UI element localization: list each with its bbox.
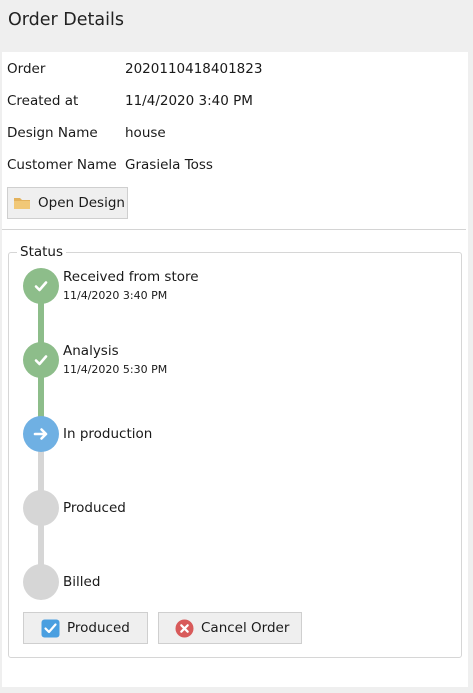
divider [2,229,466,230]
order-label: Order [7,61,46,77]
step-analysis-indicator [23,342,59,378]
check-icon [34,355,48,366]
check-icon [34,281,48,292]
step-in-production-indicator [23,416,59,452]
customer-name-value: Grasiela Toss [125,157,213,173]
step-billed-indicator [23,564,59,600]
checkbox-check-icon [41,619,60,637]
created-at-label: Created at [7,93,79,109]
order-value: 2020110418401823 [125,61,263,77]
step-in-production-label: In production [63,426,153,442]
cancel-order-button[interactable]: Cancel Order [158,612,302,644]
cancel-icon [175,619,194,637]
status-group: Status Received from store 11/4/2020 3:4… [8,244,462,658]
produced-button[interactable]: Produced [23,612,148,644]
step-analysis-label: Analysis [63,343,119,359]
open-design-button[interactable]: Open Design [7,187,128,219]
design-name-value: house [125,125,166,141]
customer-name-label: Customer Name [7,157,117,173]
step-produced-label: Produced [63,500,126,516]
step-produced-indicator [23,490,59,526]
cancel-order-label: Cancel Order [201,620,290,636]
order-details-panel: Order 2020110418401823 Created at 11/4/2… [2,52,468,687]
arrow-right-icon [33,428,48,440]
step-received-indicator [23,268,59,304]
header: Order Details [0,0,473,52]
created-at-value: 11/4/2020 3:40 PM [125,93,253,109]
produced-button-label: Produced [67,620,130,636]
step-analysis-time: 11/4/2020 5:30 PM [63,363,168,376]
step-billed-label: Billed [63,574,101,590]
step-received-time: 11/4/2020 3:40 PM [63,289,168,302]
page-title: Order Details [8,10,124,30]
open-design-label: Open Design [38,195,125,211]
folder-icon [14,198,30,209]
design-name-label: Design Name [7,125,98,141]
step-received-label: Received from store [63,269,199,285]
status-title: Status [17,244,67,260]
